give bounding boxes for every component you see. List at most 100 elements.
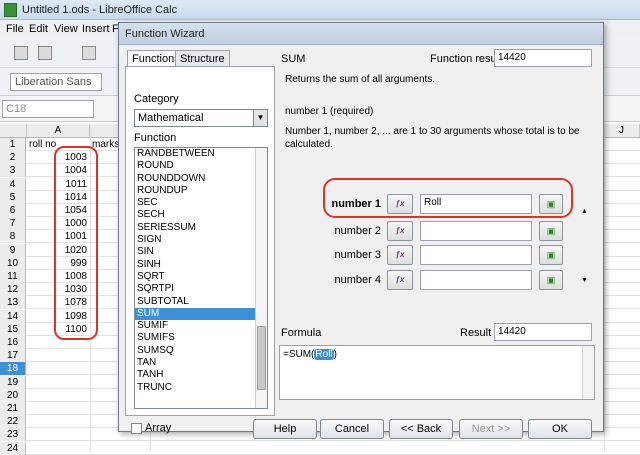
name-box[interactable]: C18 xyxy=(2,100,94,118)
cell-a[interactable] xyxy=(27,415,89,428)
function-list-item[interactable]: SIN xyxy=(135,246,267,258)
cancel-button[interactable]: Cancel xyxy=(320,419,384,439)
fx-icon[interactable]: ƒx xyxy=(387,194,413,214)
function-list-item[interactable]: ROUNDUP xyxy=(135,185,267,197)
category-select[interactable]: Mathematical ▼ xyxy=(134,109,268,127)
row-number[interactable]: 24 xyxy=(0,441,26,455)
ok-button[interactable]: OK xyxy=(528,419,592,439)
new-icon[interactable] xyxy=(14,46,28,60)
function-name: SUM xyxy=(281,53,306,65)
shrink-select-icon[interactable]: ▣ xyxy=(539,194,563,214)
fx-icon[interactable]: ƒx xyxy=(387,245,413,265)
dialog-titlebar: Function Wizard xyxy=(119,23,603,45)
cell-a[interactable] xyxy=(27,362,89,375)
scroll-thumb[interactable] xyxy=(257,326,266,390)
function-list-item[interactable]: SINH xyxy=(135,259,267,271)
column-header-j[interactable]: J xyxy=(604,124,640,138)
row-number[interactable]: 20 xyxy=(0,388,26,402)
function-list-item[interactable]: SUMIFS xyxy=(135,332,267,344)
function-result-label: Function result xyxy=(430,53,503,65)
menu-file[interactable]: File xyxy=(6,23,24,35)
function-list-item[interactable]: TRUNC xyxy=(135,382,267,394)
formula-scrollbar[interactable] xyxy=(582,346,594,399)
row-number[interactable]: 7 xyxy=(0,217,26,231)
function-list-item[interactable]: TAN xyxy=(135,357,267,369)
column-header-a[interactable]: A xyxy=(27,124,90,138)
help-button[interactable]: Help xyxy=(253,419,317,439)
function-list-item[interactable]: SERIESSUM xyxy=(135,222,267,234)
chevron-down-icon[interactable]: ▼ xyxy=(253,110,267,126)
row-number[interactable]: 4 xyxy=(0,177,26,191)
row-number[interactable]: 9 xyxy=(0,243,26,257)
row-number[interactable]: 17 xyxy=(0,349,26,363)
function-list-item[interactable]: TANH xyxy=(135,369,267,381)
shrink-select-icon[interactable]: ▣ xyxy=(539,245,563,265)
function-list[interactable]: RANDBETWEEN ROUND ROUNDDOWN ROUNDUP SEC SECH S… xyxy=(134,147,268,409)
cell-a[interactable] xyxy=(27,389,89,402)
row-number[interactable]: 1 xyxy=(0,138,26,151)
row-number[interactable]: 21 xyxy=(0,402,26,415)
fx-icon[interactable]: ƒx xyxy=(387,221,413,241)
row-number[interactable]: 11 xyxy=(0,270,26,283)
argument-input[interactable] xyxy=(420,270,532,290)
function-list-item[interactable]: SUM xyxy=(135,307,267,321)
cell-a[interactable] xyxy=(27,442,89,455)
function-list-item[interactable]: ROUND xyxy=(135,160,267,172)
tab-structure[interactable]: Structure xyxy=(175,50,230,67)
formula-editor[interactable]: =SUM(Roll) xyxy=(279,345,595,400)
row-number[interactable]: 19 xyxy=(0,375,26,389)
next-button[interactable]: Next >> xyxy=(459,419,523,439)
row-number[interactable]: 15 xyxy=(0,322,26,336)
row-number[interactable]: 23 xyxy=(0,428,26,442)
cell-a[interactable] xyxy=(27,376,89,389)
function-list-item[interactable]: SECH xyxy=(135,209,267,221)
row-number[interactable]: 10 xyxy=(0,256,26,270)
result-label: Result xyxy=(460,327,492,339)
args-scroll-down-icon[interactable]: ▼ xyxy=(581,277,588,284)
function-list-item[interactable]: SUBTOTAL xyxy=(135,296,267,308)
function-label: Function xyxy=(134,132,177,144)
fx-icon[interactable]: ƒx xyxy=(387,270,413,290)
back-button[interactable]: << Back xyxy=(389,419,453,439)
function-description: Returns the sum of all arguments. xyxy=(285,74,436,85)
row-number[interactable]: 8 xyxy=(0,230,26,244)
font-name-box[interactable]: Liberation Sans xyxy=(10,73,102,91)
cell-a[interactable] xyxy=(27,349,89,362)
function-list-item[interactable]: ROUNDDOWN xyxy=(135,173,267,185)
argument-required-label: number 1 (required) xyxy=(285,106,374,117)
args-scroll-up-icon[interactable]: ▲ xyxy=(581,208,588,215)
function-list-item[interactable]: SUMSQ xyxy=(135,345,267,357)
row-number[interactable]: 18 xyxy=(0,362,26,376)
menu-edit[interactable]: Edit xyxy=(29,23,48,35)
argument-input[interactable] xyxy=(420,221,532,241)
function-list-item[interactable]: SEC xyxy=(135,197,267,209)
argument-input[interactable] xyxy=(420,245,532,265)
row-number[interactable]: 22 xyxy=(0,415,26,429)
array-checkbox[interactable] xyxy=(131,423,142,434)
dialog-title: Function Wizard xyxy=(125,28,205,40)
function-list-item[interactable]: SIGN xyxy=(135,234,267,246)
row-number[interactable]: 13 xyxy=(0,296,26,310)
row-number[interactable]: 6 xyxy=(0,204,26,217)
function-list-item[interactable]: SUMIF xyxy=(135,320,267,332)
function-list-item[interactable]: SQRTPI xyxy=(135,283,267,295)
shrink-select-icon[interactable]: ▣ xyxy=(539,270,563,290)
argument-input[interactable]: Roll xyxy=(420,194,532,214)
open-icon[interactable] xyxy=(38,46,52,60)
menu-insert[interactable]: Insert xyxy=(82,23,110,35)
cell-a[interactable] xyxy=(27,428,89,441)
function-list-item[interactable]: RANDBETWEEN xyxy=(135,148,267,160)
row-number[interactable]: 12 xyxy=(0,283,26,297)
row-number[interactable]: 2 xyxy=(0,151,26,165)
shrink-select-icon[interactable]: ▣ xyxy=(539,221,563,241)
cell-a[interactable] xyxy=(27,402,89,415)
menu-view[interactable]: View xyxy=(54,23,78,35)
row-number[interactable]: 14 xyxy=(0,309,26,323)
function-list-scrollbar[interactable] xyxy=(255,148,267,408)
row-number[interactable]: 3 xyxy=(0,164,26,178)
row-number[interactable]: 5 xyxy=(0,190,26,204)
save-icon[interactable] xyxy=(82,46,96,60)
function-list-item[interactable]: SQRT xyxy=(135,271,267,283)
row-number[interactable]: 16 xyxy=(0,336,26,349)
corner-cell[interactable] xyxy=(0,124,27,138)
